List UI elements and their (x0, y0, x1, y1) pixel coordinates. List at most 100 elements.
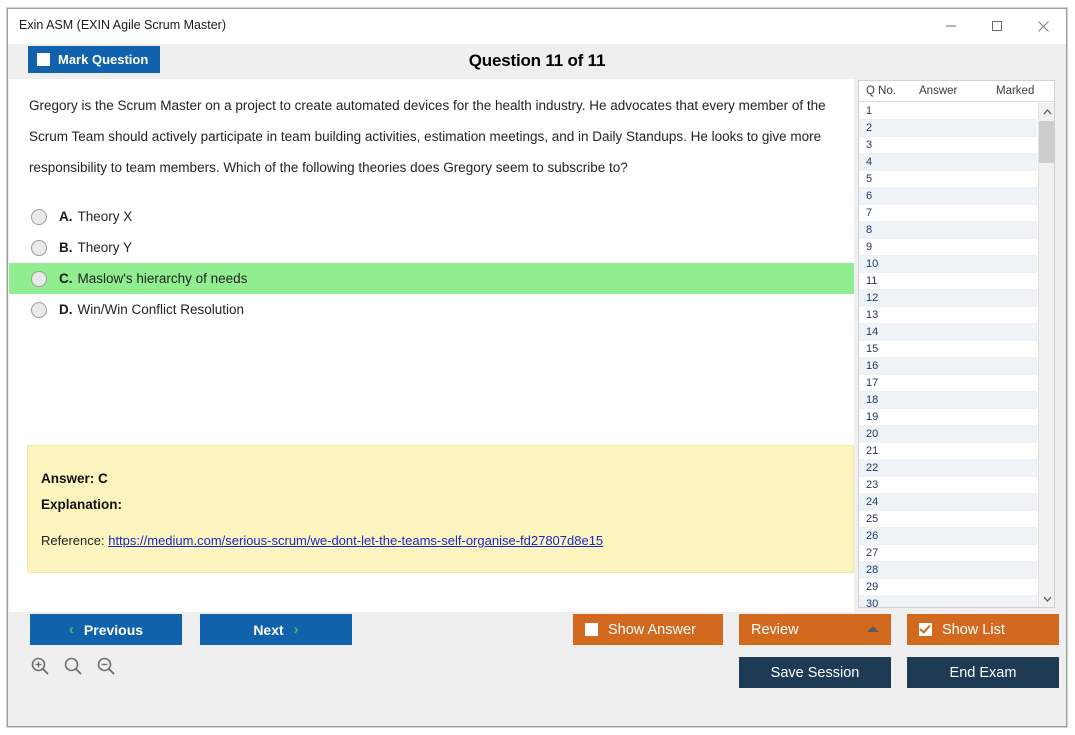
question-list-scrollbar[interactable] (1038, 103, 1054, 607)
question-list-row[interactable]: 27 (859, 545, 1037, 562)
maximize-icon (991, 20, 1003, 32)
question-list-row-number: 13 (866, 309, 878, 321)
question-list-row-number: 30 (866, 598, 878, 607)
question-list-row[interactable]: 15 (859, 341, 1037, 358)
minimize-icon (945, 20, 957, 32)
show-list-button[interactable]: Show List (907, 614, 1059, 645)
question-list-row-number: 25 (866, 513, 878, 525)
question-list-row[interactable]: 11 (859, 273, 1037, 290)
question-list-row[interactable]: 12 (859, 290, 1037, 307)
question-list-row[interactable]: 30 (859, 596, 1037, 607)
option-letter-d: D. (59, 302, 73, 317)
question-list-row[interactable]: 18 (859, 392, 1037, 409)
question-header-bar: Mark Question Question 11 of 11 (8, 44, 1066, 79)
radio-icon-c[interactable] (31, 271, 47, 287)
question-list-row-number: 26 (866, 530, 878, 542)
caret-up-icon (867, 626, 879, 632)
question-list-row[interactable]: 19 (859, 409, 1037, 426)
show-list-checkbox[interactable] (919, 623, 932, 636)
reference-link[interactable]: https://medium.com/serious-scrum/we-dont… (108, 533, 603, 548)
option-text-a: Theory X (78, 209, 133, 224)
question-list-row[interactable]: 14 (859, 324, 1037, 341)
answer-options-list: A. Theory X B. Theory Y C. Maslow's hier… (9, 201, 854, 325)
question-list-row[interactable]: 6 (859, 188, 1037, 205)
question-list-row[interactable]: 16 (859, 358, 1037, 375)
scroll-down-arrow-icon[interactable] (1039, 590, 1055, 607)
column-header-marked: Marked (996, 85, 1034, 97)
question-list-row[interactable]: 29 (859, 579, 1037, 596)
chevron-right-icon: › (294, 622, 299, 637)
answer-option-d[interactable]: D. Win/Win Conflict Resolution (9, 294, 854, 325)
question-list-row[interactable]: 1 (859, 103, 1037, 120)
question-list-row[interactable]: 2 (859, 120, 1037, 137)
option-text-c: Maslow's hierarchy of needs (78, 271, 248, 286)
explanation-label: Explanation: (41, 497, 122, 512)
question-list-row[interactable]: 10 (859, 256, 1037, 273)
question-list-row-number: 4 (866, 156, 872, 168)
answer-option-c[interactable]: C. Maslow's hierarchy of needs (9, 263, 854, 294)
chevron-up-icon (1043, 109, 1052, 115)
answer-option-b[interactable]: B. Theory Y (9, 232, 854, 263)
minimize-button[interactable] (928, 9, 974, 43)
question-list-row[interactable]: 26 (859, 528, 1037, 545)
zoom-out-icon[interactable] (96, 656, 116, 676)
question-list-row[interactable]: 5 (859, 171, 1037, 188)
question-list-row[interactable]: 7 (859, 205, 1037, 222)
option-letter-a: A. (59, 209, 73, 224)
question-list-row-number: 17 (866, 377, 878, 389)
question-list-row-number: 3 (866, 139, 872, 151)
answer-option-a[interactable]: A. Theory X (9, 201, 854, 232)
question-list-row-number: 21 (866, 445, 878, 457)
question-list-row-number: 14 (866, 326, 878, 338)
question-list-row[interactable]: 8 (859, 222, 1037, 239)
question-list-row[interactable]: 9 (859, 239, 1037, 256)
question-list-row[interactable]: 3 (859, 137, 1037, 154)
radio-icon-a[interactable] (31, 209, 47, 225)
question-list-row-number: 6 (866, 190, 872, 202)
maximize-button[interactable] (974, 9, 1020, 43)
question-list-row[interactable]: 20 (859, 426, 1037, 443)
question-list-row[interactable]: 28 (859, 562, 1037, 579)
body-region: Gregory is the Scrum Master on a project… (8, 79, 1066, 612)
scroll-up-arrow-icon[interactable] (1039, 103, 1055, 120)
question-list-row[interactable]: 4 (859, 154, 1037, 171)
question-list-row[interactable]: 23 (859, 477, 1037, 494)
question-list-row[interactable]: 25 (859, 511, 1037, 528)
window-title-bar: Exin ASM (EXIN Agile Scrum Master) (8, 9, 1066, 44)
zoom-reset-icon[interactable] (63, 656, 83, 676)
next-button[interactable]: Next › (200, 614, 352, 645)
question-list-row[interactable]: 24 (859, 494, 1037, 511)
question-list-row[interactable]: 22 (859, 460, 1037, 477)
question-list-row-number: 23 (866, 479, 878, 491)
close-button[interactable] (1020, 9, 1066, 43)
show-list-label: Show List (942, 622, 1005, 638)
show-answer-checkbox[interactable] (585, 623, 598, 636)
previous-button[interactable]: ‹ Previous (30, 614, 182, 645)
end-exam-button[interactable]: End Exam (907, 657, 1059, 688)
review-dropdown[interactable]: Review (739, 614, 891, 645)
show-answer-label: Show Answer (608, 622, 696, 638)
radio-icon-d[interactable] (31, 302, 47, 318)
answer-explanation-panel: Answer: C Explanation: Reference: https:… (27, 445, 854, 573)
question-text: Gregory is the Scrum Master on a project… (29, 90, 829, 183)
reference-line: Reference: https://medium.com/serious-sc… (41, 533, 603, 548)
question-list-row-number: 15 (866, 343, 878, 355)
review-dropdown-label: Review (751, 622, 799, 638)
save-session-label: Save Session (771, 665, 860, 681)
question-list-row-number: 9 (866, 241, 872, 253)
window-title-text: Exin ASM (EXIN Agile Scrum Master) (19, 18, 226, 32)
question-list-row[interactable]: 17 (859, 375, 1037, 392)
question-list-row-number: 11 (866, 275, 877, 287)
save-session-button[interactable]: Save Session (739, 657, 891, 688)
radio-icon-b[interactable] (31, 240, 47, 256)
scrollbar-thumb[interactable] (1039, 121, 1055, 163)
question-list-row[interactable]: 13 (859, 307, 1037, 324)
question-list-row-number: 18 (866, 394, 878, 406)
chevron-left-icon: ‹ (69, 622, 74, 637)
question-list-row[interactable]: 21 (859, 443, 1037, 460)
close-icon (1037, 20, 1050, 33)
show-answer-button[interactable]: Show Answer (573, 614, 723, 645)
question-list-row-number: 28 (866, 564, 878, 576)
zoom-in-icon[interactable] (30, 656, 50, 676)
question-list-row-number: 8 (866, 224, 872, 236)
